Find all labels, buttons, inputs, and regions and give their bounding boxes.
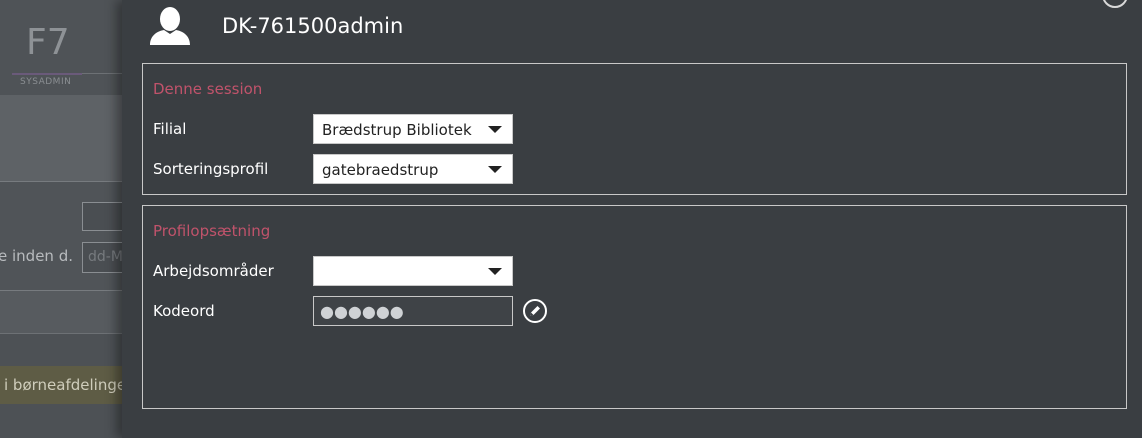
logo-text: F7: [26, 22, 70, 63]
branch-select[interactable]: Brædstrup Bibliotek: [313, 114, 513, 144]
background-date-input: dd-M: [82, 242, 122, 273]
edit-password-button[interactable]: [523, 299, 547, 323]
password-field[interactable]: ●●●●●●: [313, 296, 513, 326]
password-value: ●●●●●●: [320, 302, 404, 321]
sorting-profile-value: gatebraedstrup: [322, 161, 439, 179]
background-app: F7 SYSADMIN e inden d. dd-M i børneafdel…: [0, 0, 122, 438]
chevron-down-icon: [488, 166, 502, 173]
logo-subtitle: SYSADMIN: [20, 77, 72, 87]
sorting-profile-select[interactable]: gatebraedstrup: [313, 154, 513, 184]
user-profile-panel: DK-761500admin Denne session Filial Bræd…: [122, 0, 1142, 438]
section-title: Denne session: [153, 80, 263, 98]
app-logo: F7 SYSADMIN: [0, 0, 122, 95]
banner-text: i børneafdelinge: [4, 376, 122, 394]
background-header-block: [0, 95, 122, 181]
chevron-down-icon: [488, 126, 502, 133]
profile-setup-section: Profilopsætning Arbejdsområder Kodeord ●…: [142, 205, 1127, 409]
close-icon[interactable]: [1102, 0, 1128, 8]
pencil-icon: [530, 306, 540, 316]
background-row: [0, 291, 122, 333]
workareas-label: Arbejdsområder: [153, 262, 274, 280]
branch-value: Brædstrup Bibliotek: [322, 121, 472, 139]
divider: [82, 73, 122, 74]
password-label: Kodeord: [153, 302, 215, 320]
background-banner: i børneafdelinge: [0, 366, 122, 404]
background-form-area: [0, 182, 122, 290]
sorting-profile-label: Sorteringsprofil: [153, 160, 269, 178]
background-input: [82, 202, 122, 231]
user-silhouette-icon: [150, 7, 190, 45]
chevron-down-icon: [488, 268, 502, 275]
section-title: Profilopsætning: [153, 222, 271, 240]
date-placeholder: dd-M: [88, 249, 122, 265]
user-name: DK-761500admin: [222, 14, 404, 38]
session-section: Denne session Filial Brædstrup Bibliotek…: [142, 63, 1127, 195]
divider: [0, 333, 122, 334]
workareas-select[interactable]: [313, 256, 513, 286]
background-label: e inden d.: [0, 247, 73, 265]
branch-label: Filial: [153, 120, 187, 138]
logo-underline: [12, 73, 82, 75]
